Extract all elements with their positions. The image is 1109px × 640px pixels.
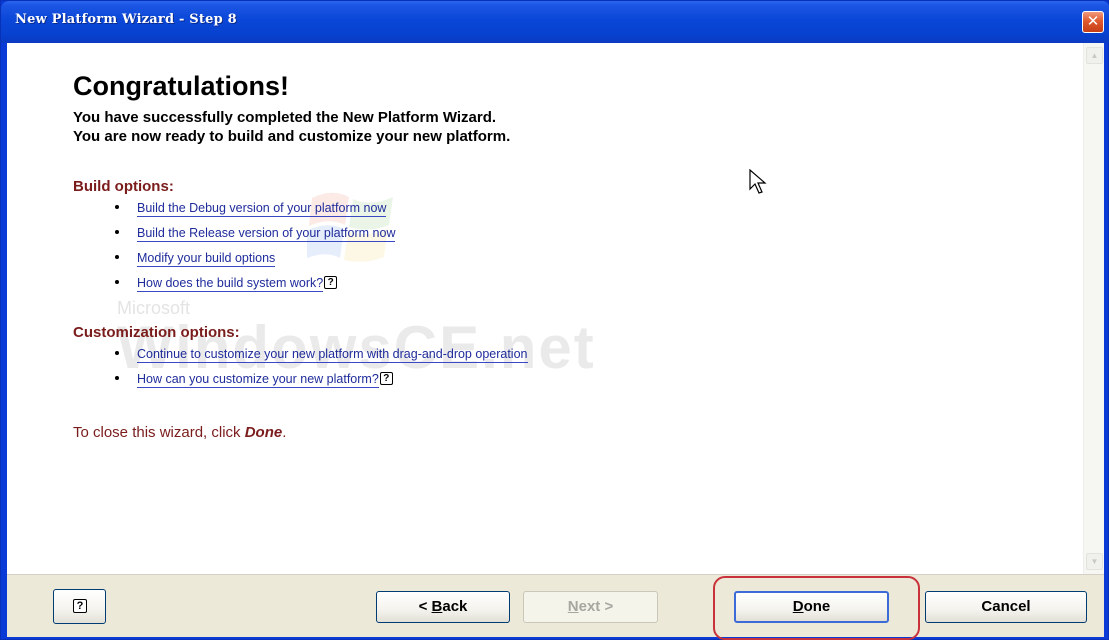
list-item: Build the Release version of your platfo… bbox=[115, 226, 396, 242]
wizard-footer: ? < Back Next > Done Cancel bbox=[7, 574, 1104, 640]
help-button[interactable]: ? bbox=[53, 589, 106, 624]
ready-message: You are now ready to build and customize… bbox=[73, 128, 511, 145]
back-button-label: ack bbox=[442, 598, 468, 615]
build-debug-link[interactable]: Build the Debug version of your platform… bbox=[137, 201, 387, 217]
done-button[interactable]: Done bbox=[734, 591, 889, 623]
scroll-down-arrow-icon[interactable]: ▼ bbox=[1086, 553, 1103, 570]
modify-build-options-link[interactable]: Modify your build options bbox=[137, 251, 276, 267]
close-instructions-suffix: . bbox=[282, 424, 287, 441]
build-system-help-link[interactable]: How does the build system work? bbox=[137, 276, 324, 292]
help-icon: ? bbox=[73, 599, 87, 614]
customization-options-heading: Customization options: bbox=[73, 324, 240, 341]
scroll-up-arrow-icon[interactable]: ▲ bbox=[1086, 47, 1103, 64]
completion-message: You have successfully completed the New … bbox=[73, 109, 497, 126]
next-button-mnemonic: N bbox=[567, 598, 579, 615]
done-button-label: one bbox=[803, 598, 831, 615]
bullet-icon bbox=[115, 279, 119, 284]
bullet-icon bbox=[115, 350, 119, 355]
drag-drop-customize-link[interactable]: Continue to customize your new platform … bbox=[137, 347, 528, 363]
customize-help-link[interactable]: How can you customize your new platform? bbox=[137, 372, 379, 388]
close-icon[interactable]: ✕ bbox=[1082, 11, 1104, 33]
help-icon[interactable]: ? bbox=[324, 276, 338, 290]
wizard-content: Microsoft WindowsCE.net Congratulations!… bbox=[7, 43, 1104, 574]
cancel-button[interactable]: Cancel bbox=[925, 591, 1087, 623]
close-instructions: To close this wizard, click Done. bbox=[73, 424, 286, 441]
bullet-icon bbox=[115, 375, 119, 380]
back-button-mnemonic: B bbox=[431, 598, 443, 615]
next-button-label: ext > bbox=[578, 598, 614, 615]
bullet-icon bbox=[115, 229, 119, 234]
list-item: Build the Debug version of your platform… bbox=[115, 201, 387, 217]
list-item: How can you customize your new platform?… bbox=[115, 372, 393, 388]
window-title: New Platform Wizard - Step 8 bbox=[15, 12, 237, 27]
list-item: Continue to customize your new platform … bbox=[115, 347, 528, 363]
close-instructions-done: Done bbox=[244, 424, 283, 441]
done-button-mnemonic: D bbox=[792, 598, 804, 615]
bullet-icon bbox=[115, 204, 119, 209]
back-button[interactable]: < Back bbox=[376, 591, 510, 623]
close-instructions-prefix: To close this wizard, click bbox=[73, 424, 245, 441]
build-release-link[interactable]: Build the Release version of your platfo… bbox=[137, 226, 396, 242]
wizard-window: New Platform Wizard - Step 8 ✕ Microsoft… bbox=[0, 0, 1109, 640]
next-button[interactable]: Next > bbox=[523, 591, 658, 623]
page-title: Congratulations! bbox=[73, 71, 289, 101]
list-item: How does the build system work?? bbox=[115, 276, 338, 292]
title-bar[interactable]: New Platform Wizard - Step 8 ✕ bbox=[1, 1, 1109, 43]
mouse-cursor-icon bbox=[749, 169, 767, 194]
help-icon[interactable]: ? bbox=[379, 372, 393, 386]
build-options-heading: Build options: bbox=[73, 178, 174, 195]
bullet-icon bbox=[115, 254, 119, 259]
vertical-scrollbar[interactable]: ▲ ▼ bbox=[1083, 43, 1104, 574]
list-item: Modify your build options bbox=[115, 251, 276, 267]
back-button-prefix: < bbox=[418, 598, 432, 615]
